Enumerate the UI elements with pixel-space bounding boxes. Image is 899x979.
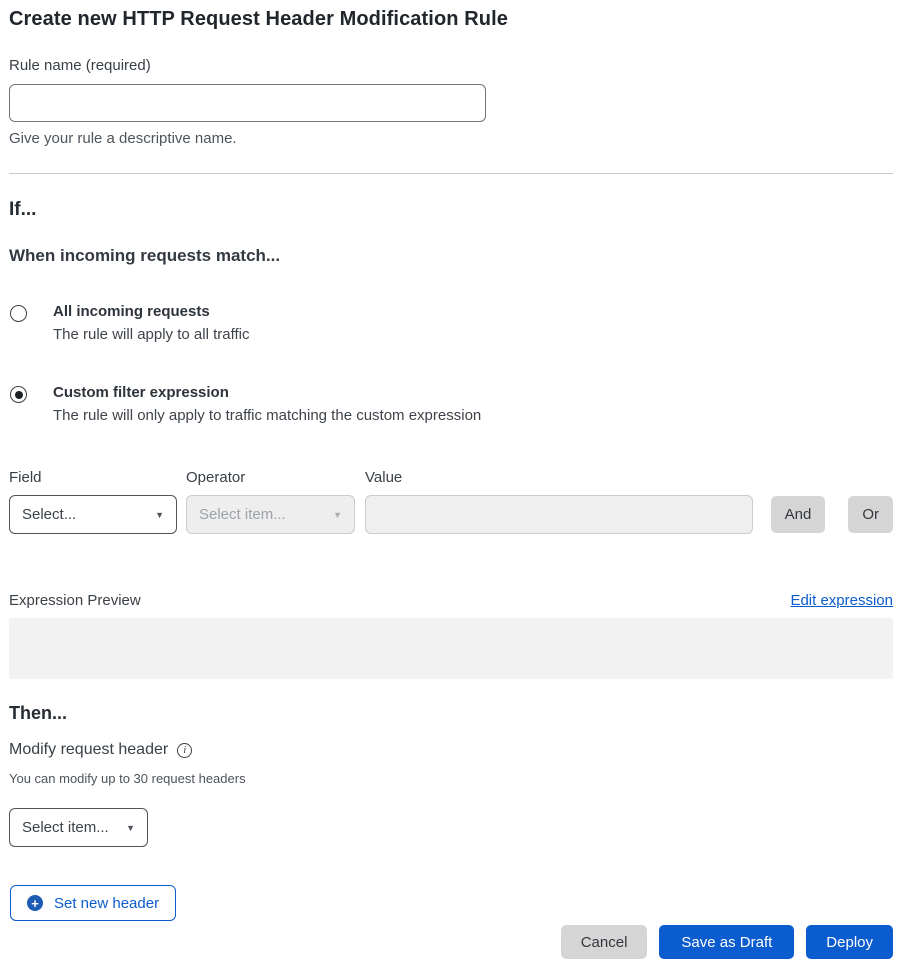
modify-header-row: Modify request header i bbox=[9, 741, 893, 759]
rule-name-label: Rule name (required) bbox=[9, 57, 893, 74]
chevron-down-icon: ▼ bbox=[155, 510, 164, 520]
field-select[interactable]: Select... ▼ bbox=[9, 495, 177, 534]
radio-option-description: The rule will only apply to traffic matc… bbox=[53, 407, 481, 424]
operator-column: Operator Select item... ▼ bbox=[186, 469, 355, 534]
section-divider bbox=[9, 173, 893, 174]
modify-header-label: Modify request header bbox=[9, 741, 168, 759]
header-action-select-value: Select item... bbox=[22, 819, 109, 836]
set-new-header-button[interactable]: + Set new header bbox=[10, 885, 176, 921]
create-rule-page: Create new HTTP Request Header Modificat… bbox=[0, 0, 899, 979]
radio-option-custom-filter-expression[interactable]: Custom filter expression The rule will o… bbox=[9, 384, 893, 424]
match-subheading: When incoming requests match... bbox=[9, 246, 893, 266]
deploy-button[interactable]: Deploy bbox=[806, 925, 893, 959]
footer-actions: Cancel Save as Draft Deploy bbox=[9, 925, 893, 959]
radio-option-texts: All incoming requests The rule will appl… bbox=[53, 303, 249, 343]
expression-preview-header: Expression Preview Edit expression bbox=[9, 592, 893, 609]
chevron-down-icon: ▼ bbox=[333, 510, 342, 520]
value-column: Value bbox=[365, 469, 753, 534]
chevron-down-icon: ▼ bbox=[126, 823, 135, 833]
radio-unselected-icon[interactable] bbox=[10, 305, 27, 322]
save-as-draft-button[interactable]: Save as Draft bbox=[659, 925, 794, 959]
radio-option-texts: Custom filter expression The rule will o… bbox=[53, 384, 481, 424]
edit-expression-link[interactable]: Edit expression bbox=[790, 592, 893, 609]
operator-select[interactable]: Select item... ▼ bbox=[186, 495, 355, 534]
modify-header-helper: You can modify up to 30 request headers bbox=[9, 771, 893, 786]
radio-option-description: The rule will apply to all traffic bbox=[53, 326, 249, 343]
value-label: Value bbox=[365, 469, 753, 486]
field-label: Field bbox=[9, 469, 177, 486]
expression-preview-box bbox=[9, 618, 893, 679]
or-button[interactable]: Or bbox=[848, 496, 893, 533]
field-column: Field Select... ▼ bbox=[9, 469, 177, 534]
if-heading: If... bbox=[9, 199, 893, 221]
operator-select-value: Select item... bbox=[199, 506, 286, 523]
and-button[interactable]: And bbox=[771, 496, 826, 533]
radio-option-label: Custom filter expression bbox=[53, 384, 481, 401]
expression-preview-label: Expression Preview bbox=[9, 592, 141, 609]
cancel-button[interactable]: Cancel bbox=[561, 925, 648, 959]
value-input[interactable] bbox=[365, 495, 753, 534]
plus-circle-icon: + bbox=[27, 895, 43, 911]
radio-option-all-incoming-requests[interactable]: All incoming requests The rule will appl… bbox=[9, 303, 893, 343]
expression-builder-row: Field Select... ▼ Operator Select item..… bbox=[9, 469, 893, 534]
field-select-value: Select... bbox=[22, 506, 76, 523]
radio-option-label: All incoming requests bbox=[53, 303, 249, 320]
rule-name-helper: Give your rule a descriptive name. bbox=[9, 130, 893, 147]
rule-name-input[interactable] bbox=[9, 84, 486, 122]
operator-label: Operator bbox=[186, 469, 355, 486]
set-new-header-row: + Set new header bbox=[9, 847, 893, 921]
header-action-select[interactable]: Select item... ▼ bbox=[9, 808, 148, 847]
info-icon[interactable]: i bbox=[177, 743, 192, 758]
page-title: Create new HTTP Request Header Modificat… bbox=[9, 8, 893, 31]
set-new-header-label: Set new header bbox=[54, 895, 159, 912]
then-heading: Then... bbox=[9, 703, 893, 724]
radio-selected-icon[interactable] bbox=[10, 386, 27, 403]
